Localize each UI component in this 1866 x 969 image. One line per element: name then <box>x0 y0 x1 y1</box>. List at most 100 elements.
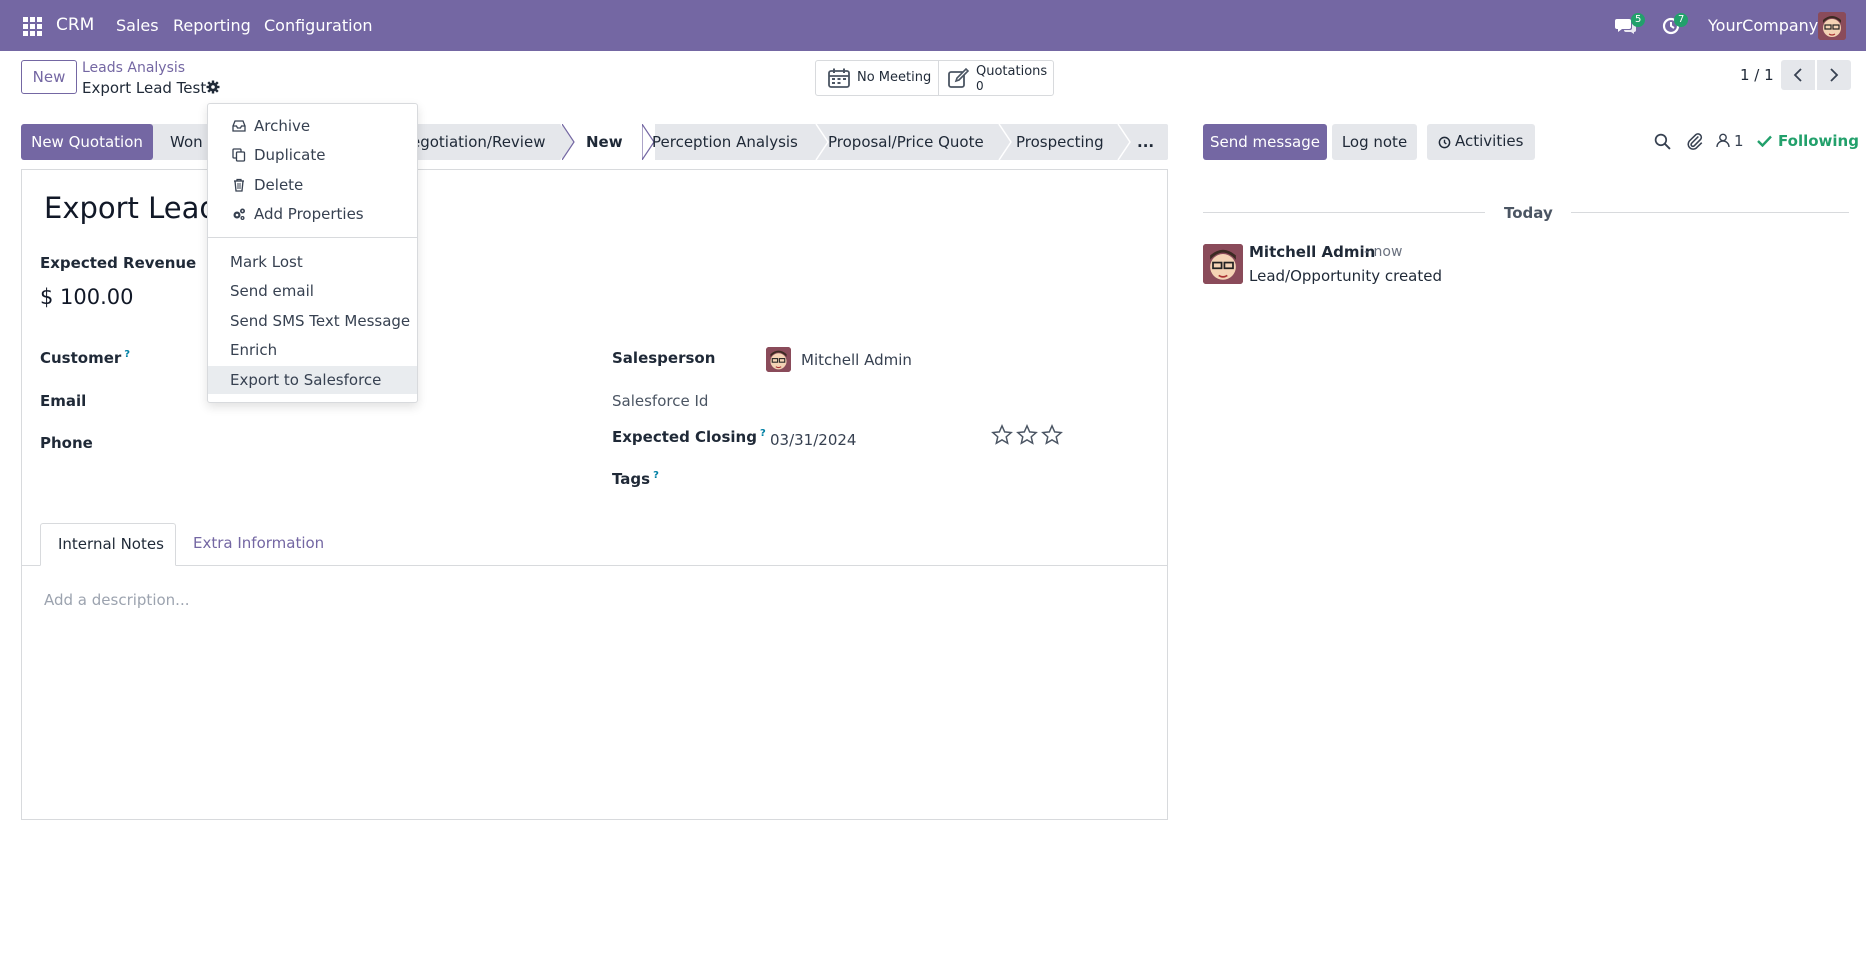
activities-label: Activities <box>1455 132 1524 150</box>
date-separator-line <box>1571 212 1849 213</box>
help-icon[interactable]: ? <box>124 349 130 360</box>
menu-item-delete[interactable]: Delete <box>208 171 417 199</box>
menu-item-export-salesforce[interactable]: Export to Salesforce <box>208 366 417 394</box>
tabs-divider <box>22 565 1167 566</box>
expected-revenue-label: Expected Revenue <box>40 254 197 272</box>
menu-item-send-sms[interactable]: Send SMS Text Message <box>208 307 417 335</box>
pager-value[interactable]: 1 / 1 <box>1740 66 1774 84</box>
menu-item-duplicate[interactable]: Duplicate <box>208 141 417 169</box>
help-icon[interactable]: ? <box>653 470 659 481</box>
message-author-avatar[interactable] <box>1203 244 1243 284</box>
edit-icon <box>948 68 970 88</box>
expected-revenue-value[interactable]: $ 100.00 <box>40 285 134 309</box>
dropdown-divider <box>208 237 417 238</box>
stage-negotiation[interactable]: egotiation/Review <box>411 124 545 160</box>
following-button[interactable]: Following <box>1757 131 1859 151</box>
quotations-count: 0 <box>976 79 984 93</box>
check-icon <box>1757 135 1772 147</box>
trash-icon <box>234 178 244 192</box>
menu-item-send-email[interactable]: Send email <box>208 277 417 305</box>
search-icon[interactable] <box>1654 133 1671 150</box>
app-name[interactable]: CRM <box>56 15 94 35</box>
pager-previous-button[interactable] <box>1781 60 1815 90</box>
stage-separator <box>562 124 575 160</box>
salesperson-value[interactable]: Mitchell Admin <box>801 351 912 369</box>
quotations-label: Quotations <box>976 64 1048 79</box>
email-label: Email <box>40 392 87 410</box>
tab-extra-information[interactable]: Extra Information <box>193 534 324 552</box>
stage-separator <box>998 124 1012 160</box>
tags-label: Tags? <box>612 470 659 488</box>
menu-sales[interactable]: Sales <box>116 16 159 35</box>
apps-menu-icon[interactable] <box>23 17 42 36</box>
star-icon[interactable] <box>1041 424 1063 446</box>
description-input[interactable]: Add a description... <box>44 591 189 609</box>
message-time: - now <box>1364 244 1403 260</box>
chevron-right-icon <box>1830 68 1839 82</box>
breadcrumb-current: Export Lead Test <box>82 79 207 97</box>
star-icon[interactable] <box>991 424 1013 446</box>
menu-item-enrich[interactable]: Enrich <box>208 336 417 364</box>
help-icon[interactable]: ? <box>760 428 766 439</box>
user-avatar[interactable] <box>1818 12 1846 40</box>
copy-icon <box>232 148 246 162</box>
pager-buttons <box>1781 60 1851 90</box>
stage-prospecting[interactable]: Prospecting <box>1016 124 1104 160</box>
messages-badge: 5 <box>1631 13 1646 27</box>
clock-icon <box>1438 136 1451 149</box>
followers-count: 1 <box>1734 132 1744 150</box>
menu-item-add-properties[interactable]: Add Properties <box>208 200 417 228</box>
lead-title[interactable]: Export Lead <box>44 191 218 225</box>
expected-closing-label: Expected Closing? <box>612 428 766 446</box>
log-note-button[interactable]: Log note <box>1332 124 1417 160</box>
calendar-icon <box>828 68 850 88</box>
message-author[interactable]: Mitchell Admin <box>1249 243 1375 261</box>
archive-icon <box>232 120 246 132</box>
phone-label: Phone <box>40 434 93 452</box>
stage-perception-analysis[interactable]: Perception Analysis <box>652 124 798 160</box>
new-record-button[interactable]: New <box>21 60 77 94</box>
expected-closing-value[interactable]: 03/31/2024 <box>770 431 856 449</box>
breadcrumb-parent[interactable]: Leads Analysis <box>82 60 185 76</box>
gear-actions-dropdown: Archive Duplicate Delete Add Properties … <box>207 103 418 403</box>
meetings-label: No Meeting <box>857 70 932 85</box>
activities-button[interactable]: Activities <box>1427 124 1535 160</box>
stage-proposal[interactable]: Proposal/Price Quote <box>828 124 984 160</box>
menu-reporting[interactable]: Reporting <box>173 16 251 35</box>
form-sheet: Export Lead Expected Revenue $ 100.00 Cu… <box>21 169 1168 820</box>
tab-internal-notes-label: Internal Notes <box>58 535 164 553</box>
salesperson-avatar <box>766 347 791 372</box>
star-icon[interactable] <box>1016 424 1038 446</box>
menu-item-archive[interactable]: Archive <box>208 112 417 140</box>
stage-new-label: New <box>586 133 623 151</box>
user-icon <box>1716 133 1730 148</box>
customer-label: Customer? <box>40 349 131 367</box>
top-navbar: CRM Sales Reporting Configuration 5 7 Yo… <box>0 0 1866 51</box>
send-message-button[interactable]: Send message <box>1203 124 1327 160</box>
tab-internal-notes[interactable]: Internal Notes <box>40 523 176 566</box>
stage-more[interactable]: ... <box>1137 124 1154 160</box>
smart-buttons: No Meeting Quotations 0 <box>815 60 1054 96</box>
gear-icon[interactable] <box>206 80 220 94</box>
chevron-left-icon <box>1793 68 1802 82</box>
company-switcher[interactable]: YourCompany <box>1708 16 1818 35</box>
following-label: Following <box>1778 132 1859 150</box>
salesperson-label: Salesperson <box>612 349 716 367</box>
followers-button[interactable]: 1 <box>1716 131 1746 151</box>
menu-configuration[interactable]: Configuration <box>264 16 373 35</box>
quotations-smart-button[interactable]: Quotations 0 <box>940 61 1054 95</box>
stage-separator <box>1117 124 1131 160</box>
date-separator: Today <box>1504 204 1553 222</box>
stage-new-active[interactable]: New <box>562 124 655 160</box>
message-body: Lead/Opportunity created <box>1249 267 1443 285</box>
paperclip-icon[interactable] <box>1686 132 1704 150</box>
date-separator-line <box>1203 212 1485 213</box>
stage-separator <box>815 124 829 160</box>
salesforce-id-label: Salesforce Id <box>612 392 709 410</box>
pager-next-button[interactable] <box>1817 60 1851 90</box>
new-quotation-button[interactable]: New Quotation <box>21 124 153 160</box>
menu-item-mark-lost[interactable]: Mark Lost <box>208 248 417 276</box>
cogs-icon <box>233 208 245 220</box>
meetings-smart-button[interactable]: No Meeting <box>816 61 939 95</box>
activities-badge: 7 <box>1674 13 1689 27</box>
